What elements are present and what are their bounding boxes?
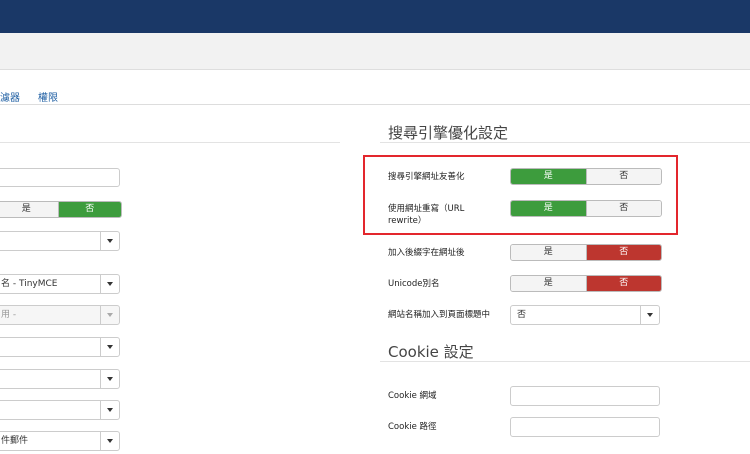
unicode-aliases-label: Unicode別名 <box>388 279 440 289</box>
left-yes-no-toggle[interactable]: 是 否 <box>0 201 122 218</box>
chevron-down-icon <box>100 306 119 324</box>
no-option[interactable]: 否 <box>585 169 661 184</box>
yes-option[interactable]: 是 <box>511 245 586 260</box>
cookie-section-divider <box>380 361 750 362</box>
chevron-down-icon <box>100 338 119 356</box>
site-name-title-select[interactable]: 否 <box>510 305 660 325</box>
suffix-toggle[interactable]: 是 否 <box>510 244 662 261</box>
cookie-path-label: Cookie 路徑 <box>388 422 437 432</box>
left-text-input[interactable] <box>0 168 120 187</box>
chevron-down-icon <box>100 232 119 250</box>
yes-option[interactable]: 是 <box>511 201 586 216</box>
left-select-5[interactable] <box>0 369 120 389</box>
no-option[interactable]: 否 <box>57 202 121 217</box>
yes-option[interactable]: 是 <box>0 202 58 217</box>
friendly-urls-label: 搜尋引擎網址友善化 <box>388 172 465 182</box>
cookie-section-title: Cookie 設定 <box>388 343 474 361</box>
left-section-divider <box>0 142 340 143</box>
cookie-domain-label: Cookie 網域 <box>388 391 437 401</box>
chevron-down-icon <box>100 275 119 293</box>
chevron-down-icon <box>640 306 659 324</box>
yes-option[interactable]: 是 <box>511 169 586 184</box>
top-header-bar <box>0 0 750 33</box>
seo-section-divider <box>380 142 750 143</box>
cookie-path-input[interactable] <box>510 417 660 437</box>
chevron-down-icon <box>100 432 119 450</box>
tab-divider <box>0 104 750 105</box>
chevron-down-icon <box>100 401 119 419</box>
no-option[interactable]: 否 <box>585 201 661 216</box>
no-option[interactable]: 否 <box>585 276 661 291</box>
left-select-1[interactable] <box>0 231 120 251</box>
yes-option[interactable]: 是 <box>511 276 586 291</box>
tab-permissions[interactable]: 權限 <box>38 89 58 104</box>
mail-select[interactable]: 件郵件 <box>0 431 120 451</box>
url-rewrite-label: 使用網址重寫（URL rewrite） <box>388 204 465 226</box>
left-select-6[interactable] <box>0 400 120 420</box>
left-select-4[interactable] <box>0 337 120 357</box>
suffix-label: 加入後綴字在網址後 <box>388 248 465 258</box>
editor-select[interactable]: 名 - TinyMCE <box>0 274 120 294</box>
seo-section-title: 搜尋引擎優化設定 <box>388 124 509 142</box>
cookie-domain-input[interactable] <box>510 386 660 406</box>
url-rewrite-toggle[interactable]: 是 否 <box>510 200 662 217</box>
no-option[interactable]: 否 <box>585 245 661 260</box>
tab-filter[interactable]: 濾器 <box>0 89 20 104</box>
disabled-select: 用 - <box>0 305 120 325</box>
site-name-title-label: 網站名稱加入到頁面標題中 <box>388 310 491 320</box>
chevron-down-icon <box>100 370 119 388</box>
friendly-urls-toggle[interactable]: 是 否 <box>510 168 662 185</box>
unicode-aliases-toggle[interactable]: 是 否 <box>510 275 662 292</box>
toolbar-area <box>0 33 750 70</box>
